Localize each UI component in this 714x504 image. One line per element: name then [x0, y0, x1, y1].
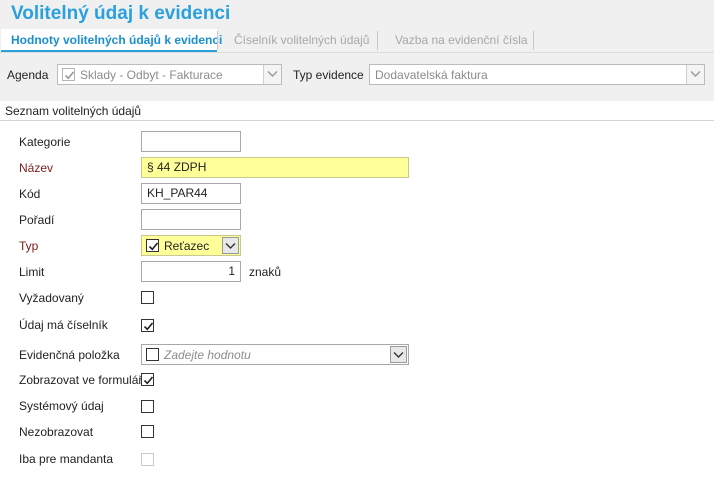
page-title: Volitelný údaj k evidenci: [11, 3, 231, 24]
tab-hodnoty[interactable]: Hodnoty volitelných údajů k evidenci: [1, 29, 222, 52]
header: Volitelný údaj k evidenci Hodnoty volite…: [0, 0, 714, 52]
evidencni-polozka-checkbox[interactable]: [146, 348, 159, 361]
check-icon: [143, 376, 154, 385]
evidencni-polozka-select[interactable]: Zadejte hodnotu: [141, 344, 409, 365]
nazev-label: Název: [19, 161, 54, 175]
zobrazovat-checkbox[interactable]: [141, 373, 154, 386]
vyzadovany-checkbox[interactable]: [141, 291, 154, 304]
poradi-label: Pořadí: [19, 213, 55, 227]
zobrazovat-label: Zobrazovat ve formuláři: [19, 373, 146, 387]
tab-divider: [377, 31, 378, 50]
systemovy-label: Systémový údaj: [19, 399, 104, 413]
nezobrazovat-label: Nezobrazovat: [19, 425, 94, 439]
typ-evidence-value: Dodavatelská faktura: [375, 68, 488, 82]
evidencni-polozka-label: Evidenčná položka: [19, 348, 120, 362]
chevron-down-icon[interactable]: [390, 346, 407, 363]
udaj-ciselnik-label: Údaj má číselník: [19, 318, 108, 332]
typ-checkbox[interactable]: [146, 239, 159, 252]
systemovy-checkbox[interactable]: [141, 400, 154, 413]
app-window: Volitelný údaj k evidenci Hodnoty volite…: [0, 0, 714, 504]
chevron-down-icon[interactable]: [263, 65, 281, 84]
tab-ciselnik[interactable]: Číselník volitelných údajů: [224, 29, 379, 52]
tab-vazba[interactable]: Vazba na evidenční čísla: [385, 29, 538, 52]
iba-mandanta-label: Iba pre mandanta: [19, 452, 114, 466]
check-icon: [143, 322, 154, 331]
tab-divider: [217, 31, 218, 50]
vyzadovany-label: Vyžadovaný: [19, 291, 84, 305]
typ-value: Reťazec: [164, 239, 210, 253]
kategorie-input[interactable]: [141, 131, 241, 152]
typ-evidence-label: Typ evidence: [293, 68, 364, 82]
agenda-select[interactable]: Sklady - Odbyt - Fakturace: [57, 64, 282, 85]
limit-label: Limit: [19, 265, 45, 279]
tab-bar: Hodnoty volitelných údajů k evidenci Čís…: [0, 29, 714, 52]
filter-toolbar: Agenda Sklady - Odbyt - Fakturace Typ ev…: [0, 52, 714, 97]
kategorie-label: Kategorie: [19, 135, 71, 149]
kod-input[interactable]: KH_PAR44: [141, 183, 241, 204]
kod-label: Kód: [19, 187, 41, 201]
typ-evidence-select[interactable]: Dodavatelská faktura: [369, 64, 705, 85]
typ-label: Typ: [19, 239, 39, 253]
evidencni-polozka-placeholder: Zadejte hodnotu: [164, 348, 251, 362]
agenda-checkbox: [62, 68, 75, 81]
nezobrazovat-checkbox[interactable]: [141, 425, 154, 438]
limit-unit: znaků: [249, 265, 282, 279]
agenda-label: Agenda: [7, 68, 49, 82]
section-title: Seznam volitelných údajů: [0, 101, 714, 121]
poradi-input[interactable]: [141, 209, 241, 230]
chevron-down-icon[interactable]: [222, 237, 239, 254]
iba-mandanta-checkbox[interactable]: [141, 453, 154, 466]
limit-input[interactable]: 1: [141, 261, 241, 282]
nazev-input[interactable]: § 44 ZDPH: [141, 157, 409, 178]
chevron-down-icon[interactable]: [686, 65, 704, 84]
udaj-ciselnik-checkbox[interactable]: [141, 319, 154, 332]
agenda-value: Sklady - Odbyt - Fakturace: [80, 68, 223, 82]
check-icon: [64, 71, 75, 80]
check-icon: [148, 242, 159, 251]
tab-divider: [533, 31, 534, 50]
typ-select[interactable]: Reťazec: [141, 235, 241, 256]
